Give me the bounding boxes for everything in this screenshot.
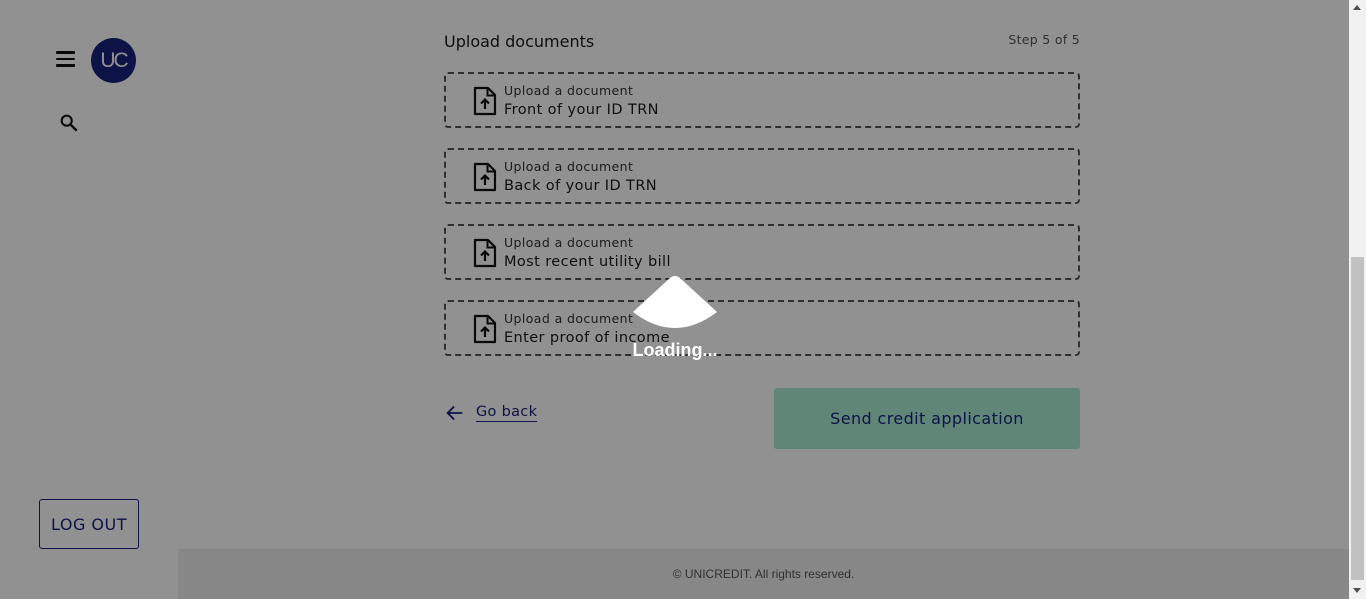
- loading-overlay: Loading...: [0, 0, 1349, 599]
- scroll-down-arrow-icon[interactable]: [1353, 588, 1361, 593]
- spinner-icon: [633, 276, 717, 328]
- scroll-up-arrow-icon[interactable]: [1353, 5, 1361, 10]
- loading-spinner: Loading...: [628, 274, 722, 364]
- page: UC LOG OUT Upload documents Step 5 of 5 …: [0, 0, 1366, 599]
- scroll-thumb[interactable]: [1351, 257, 1364, 580]
- loading-text: Loading...: [632, 340, 718, 360]
- scrollbar[interactable]: [1349, 0, 1366, 599]
